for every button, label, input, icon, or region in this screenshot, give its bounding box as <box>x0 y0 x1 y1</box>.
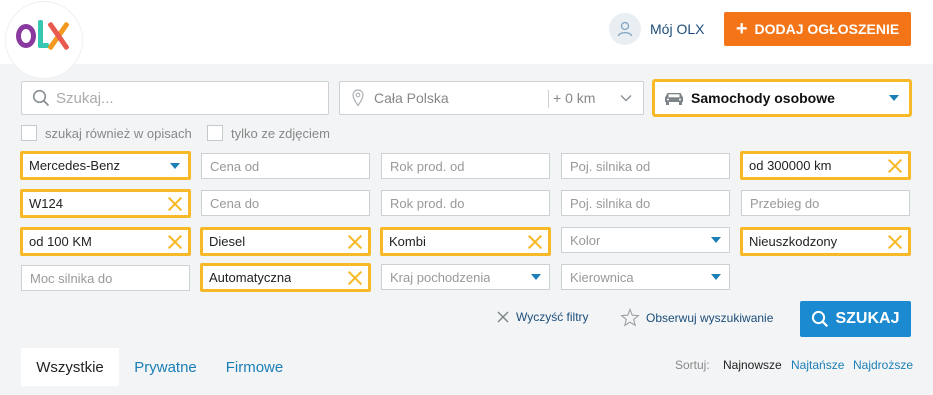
search-input[interactable] <box>56 89 316 107</box>
clear-icon[interactable] <box>168 197 182 211</box>
checkbox-label: szukaj również w opisach <box>45 125 192 141</box>
dropdown-arrow-icon <box>711 237 721 243</box>
body-type-value: Kombi <box>389 234 426 249</box>
clear-filters-label: Wyczyść filtry <box>516 310 589 324</box>
my-olx-label: Mój OLX <box>650 21 705 37</box>
fuel-value: Diesel <box>209 234 246 249</box>
clear-icon[interactable] <box>348 271 362 285</box>
year-to-placeholder: Rok prod. do <box>390 195 465 211</box>
search-box[interactable] <box>21 81 329 115</box>
logo-letter-o <box>16 24 36 48</box>
location-value: Cała Polska <box>374 90 449 106</box>
power-from-field[interactable]: od 100 KM <box>20 227 191 256</box>
listing-tabs: Wszystkie Prywatne Firmowe <box>21 348 297 386</box>
tab-private[interactable]: Prywatne <box>119 348 212 386</box>
mileage-to-field[interactable]: Przebieg do <box>741 190 910 216</box>
search-button-label: SZUKAJ <box>835 310 900 327</box>
plus-icon: + <box>735 18 748 40</box>
tab-all[interactable]: Wszystkie <box>21 348 119 386</box>
user-icon <box>609 13 641 45</box>
year-from-placeholder: Rok prod. od <box>390 158 465 174</box>
year-from-field[interactable]: Rok prod. od <box>381 153 550 179</box>
clear-filters-link[interactable]: Wyczyść filtry <box>496 310 589 324</box>
year-to-field[interactable]: Rok prod. do <box>381 190 550 216</box>
dropdown-arrow-icon <box>889 95 899 101</box>
checkbox-photos-only[interactable]: tylko ze zdjęciem <box>207 125 330 141</box>
condition-select[interactable]: Nieuszkodzony <box>740 227 911 256</box>
sort-option-cheapest[interactable]: Najtańsze <box>791 358 844 372</box>
engine-from-field[interactable]: Poj. silnika od <box>561 153 730 179</box>
engine-to-field[interactable]: Poj. silnika do <box>561 190 730 216</box>
search-icon <box>812 310 829 328</box>
clear-icon[interactable] <box>168 235 182 249</box>
checkbox-search-descriptions[interactable]: szukaj również w opisach <box>21 125 192 141</box>
tab-business[interactable]: Firmowe <box>212 348 297 386</box>
steering-placeholder: Kierownica <box>570 269 634 285</box>
watch-search-link[interactable]: Obserwuj wyszukiwanie <box>620 308 773 327</box>
checkbox-label: tylko ze zdjęciem <box>231 125 330 141</box>
price-to-field[interactable]: Cena do <box>201 190 370 216</box>
brand-select[interactable]: Mercedes-Benz <box>20 151 191 180</box>
radius-select[interactable]: + 0 km <box>553 90 595 106</box>
clear-icon[interactable] <box>528 235 542 249</box>
search-icon <box>32 89 50 107</box>
condition-value: Nieuszkodzony <box>749 234 838 249</box>
gearbox-value: Automatyczna <box>209 270 292 285</box>
sort-option-newest[interactable]: Najnowsze <box>723 358 782 372</box>
model-select[interactable]: W124 <box>20 189 191 218</box>
mileage-to-placeholder: Przebieg do <box>750 195 820 211</box>
origin-country-placeholder: Kraj pochodzenia <box>390 269 491 285</box>
power-to-field[interactable]: Moc silnika do <box>21 265 190 291</box>
olx-logo[interactable] <box>6 2 82 78</box>
power-from-value: od 100 KM <box>29 234 92 249</box>
gearbox-select[interactable]: Automatyczna <box>200 263 371 292</box>
price-to-placeholder: Cena do <box>210 195 260 211</box>
mileage-from-field[interactable]: od 300000 km <box>740 151 911 180</box>
clear-icon[interactable] <box>888 235 902 249</box>
sort-label: Sortuj: <box>675 358 710 372</box>
price-from-placeholder: Cena od <box>210 158 260 174</box>
body-type-select[interactable]: Kombi <box>380 227 551 256</box>
color-select[interactable]: Kolor <box>561 227 730 253</box>
clear-icon[interactable] <box>888 159 902 173</box>
search-button[interactable]: SZUKAJ <box>800 301 911 337</box>
engine-from-placeholder: Poj. silnika od <box>570 158 651 174</box>
dropdown-arrow-icon <box>531 274 541 280</box>
category-value: Samochody osobowe <box>691 90 835 106</box>
steering-select[interactable]: Kierownica <box>561 264 730 290</box>
checkbox-box[interactable] <box>21 125 37 141</box>
dropdown-arrow-icon <box>711 274 721 280</box>
clear-icon[interactable] <box>348 235 362 249</box>
category-select[interactable]: Samochody osobowe <box>652 79 912 117</box>
power-to-placeholder: Moc silnika do <box>30 270 113 286</box>
chevron-down-icon[interactable] <box>620 94 632 102</box>
mileage-from-value: od 300000 km <box>749 158 832 173</box>
brand-value: Mercedes-Benz <box>29 158 121 173</box>
my-olx-link[interactable]: Mój OLX <box>609 13 704 45</box>
star-icon <box>620 308 640 327</box>
location-pin-icon <box>352 89 364 107</box>
add-listing-button[interactable]: + DODAJ OGŁOSZENIE <box>724 12 911 46</box>
fuel-select[interactable]: Diesel <box>200 227 371 256</box>
location-divider <box>548 90 549 108</box>
car-icon <box>665 93 683 105</box>
header: Mój OLX + DODAJ OGŁOSZENIE <box>0 0 933 78</box>
sort-option-most-expensive[interactable]: Najdroższe <box>853 358 913 372</box>
watch-search-label: Obserwuj wyszukiwanie <box>646 310 774 325</box>
price-from-field[interactable]: Cena od <box>201 153 370 179</box>
origin-country-select[interactable]: Kraj pochodzenia <box>381 264 550 290</box>
dropdown-arrow-icon <box>170 162 180 169</box>
color-placeholder: Kolor <box>570 232 601 248</box>
checkbox-box[interactable] <box>207 125 223 141</box>
model-value: W124 <box>29 196 63 211</box>
close-icon <box>497 311 509 323</box>
engine-to-placeholder: Poj. silnika do <box>570 195 651 211</box>
add-listing-label: DODAJ OGŁOSZENIE <box>754 21 900 37</box>
location-field[interactable]: Cała Polska + 0 km <box>339 81 644 115</box>
